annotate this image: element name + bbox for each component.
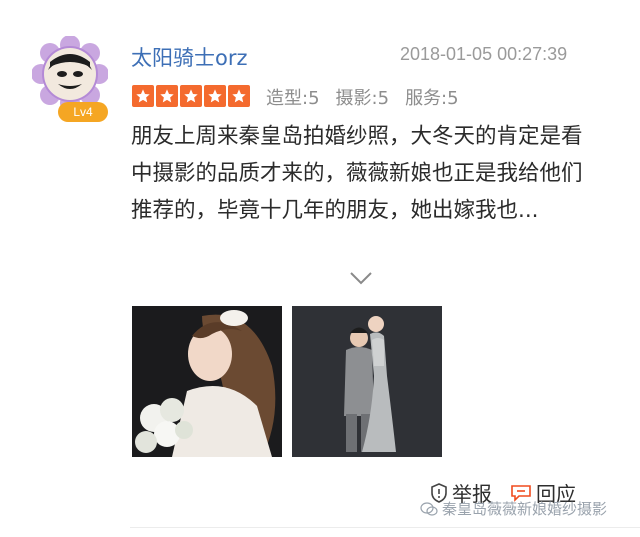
photo-couple-portrait [292,306,442,457]
level-badge: Lv4 [58,102,108,122]
watermark-text: 秦皇岛薇薇新娘婚纱摄影 [442,500,608,518]
chevron-down-icon[interactable] [349,270,373,286]
review-text: 朋友上周来秦皇岛拍婚纱照，大冬天的肯定是看中摄影的品质才来的，薇薇新娘也正是我给… [131,124,583,223]
star-icon [156,85,178,107]
rating-service: 服务:5 [405,88,459,109]
review-photo-1[interactable] [132,306,282,457]
review-timestamp: 2018-01-05 00:27:39 [400,44,568,64]
sub-ratings: 造型:5 摄影:5 服务:5 [266,84,459,110]
username[interactable]: 太阳骑士orz [131,42,248,72]
star-rating [132,85,250,107]
star-icon [132,85,154,107]
rating-photography: 摄影:5 [335,88,390,109]
rating-styling: 造型:5 [266,88,320,109]
photo-bride-portrait [132,306,282,457]
star-icon [228,85,250,107]
star-icon [180,85,202,107]
avatar-face [44,48,96,100]
review-photo-2[interactable] [292,306,442,457]
watermark: 秦皇岛薇薇新娘婚纱摄影 [420,498,607,519]
star-icon [204,85,226,107]
avatar[interactable] [32,36,108,112]
divider [130,527,640,528]
wechat-icon [420,501,438,516]
